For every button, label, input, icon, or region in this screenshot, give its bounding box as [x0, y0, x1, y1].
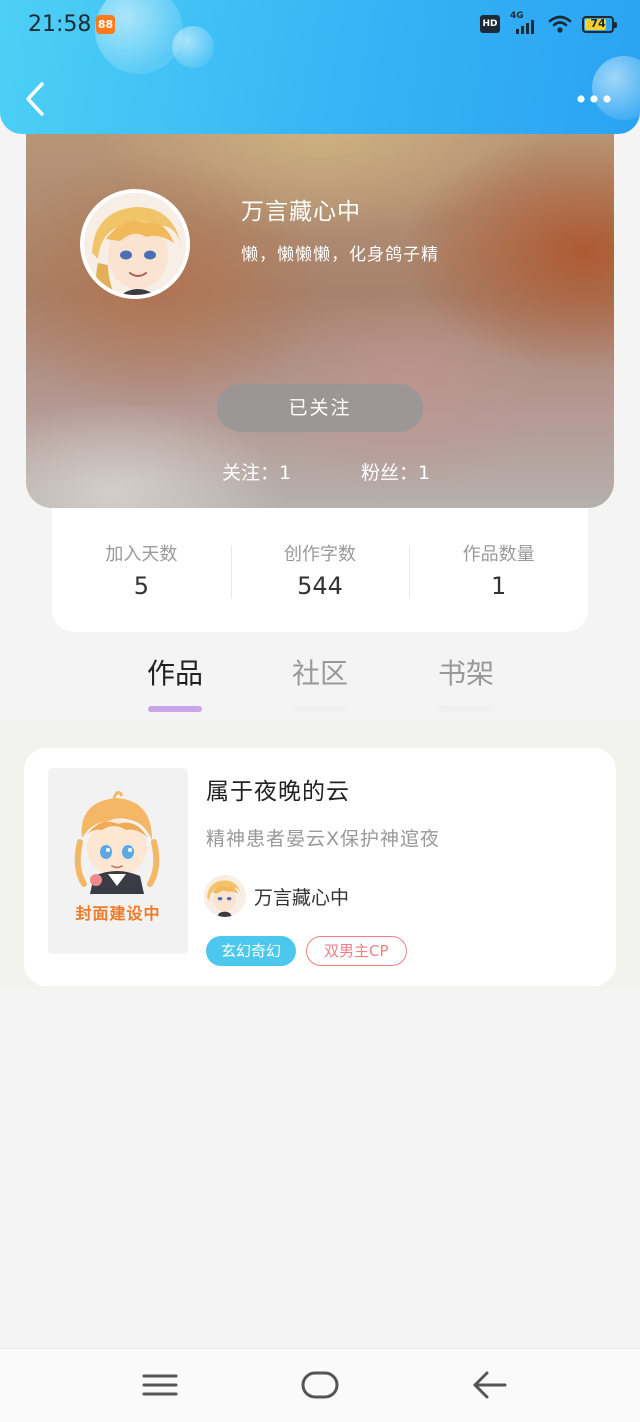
battery-level: 74: [590, 16, 606, 30]
work-description: 精神患者晏云X保护神逭夜: [206, 828, 441, 850]
tab-bookshelf[interactable]: 书架: [421, 652, 511, 712]
chevron-left-icon[interactable]: [18, 80, 52, 118]
system-nav-bar: [0, 1348, 640, 1422]
content-tabs: 作品 社区 书架: [0, 640, 640, 720]
stat-word-count: 创作字数 544: [230, 540, 410, 600]
profile-banner: 万言藏心中 懒，懒懒懒，化身鸽子精 已关注 关注：1 粉丝：1: [26, 120, 614, 508]
tab-label: 作品: [146, 657, 203, 690]
stat-label: 创作字数: [284, 544, 356, 565]
stat-join-days: 加入天数 5: [52, 540, 231, 600]
menu-icon[interactable]: [140, 1367, 180, 1403]
hd-icon: HD: [480, 15, 500, 33]
work-tags: 玄幻奇幻 双男主CP: [206, 936, 407, 966]
work-title[interactable]: 属于夜晚的云: [206, 772, 350, 806]
stat-label: 作品数量: [462, 544, 535, 565]
stat-label: 加入天数: [105, 544, 178, 565]
status-time: 21:58: [28, 12, 92, 37]
tab-works[interactable]: 作品: [130, 652, 220, 712]
tab-label: 书架: [437, 657, 494, 690]
follow-button[interactable]: 已关注: [217, 384, 423, 432]
follow-stats: 关注：1 粉丝：1: [26, 458, 614, 488]
work-card[interactable]: 封面建设中 属于夜晚的云 精神患者晏云X保护神逭夜 万言藏心中 玄幻奇幻 双男主…: [24, 748, 616, 986]
top-header: 21:58 88 HD 4G 74: [0, 0, 640, 134]
avatar-image: [84, 193, 186, 295]
status-bar: 21:58 88 HD 4G 74: [0, 0, 640, 52]
following-count[interactable]: 关注：1: [222, 458, 291, 485]
battery-icon: 74: [582, 15, 617, 33]
more-dots-icon[interactable]: [572, 86, 616, 112]
book-cover[interactable]: 封面建设中: [48, 768, 188, 954]
work-author[interactable]: 万言藏心中: [204, 874, 349, 918]
stat-works-count: 作品数量 1: [409, 540, 588, 600]
stats-card: 加入天数 5 创作字数 544 作品数量 1: [52, 508, 588, 632]
back-arrow-icon[interactable]: [470, 1367, 510, 1403]
tab-community[interactable]: 社区: [275, 652, 365, 712]
tab-label: 社区: [291, 657, 348, 690]
author-name: 万言藏心中: [254, 886, 350, 909]
tab-indicator: [148, 706, 202, 712]
status-icons: HD 4G 74: [480, 11, 617, 34]
avatar: [204, 875, 246, 917]
profile-username: 万言藏心中: [241, 199, 361, 225]
stat-value: 1: [491, 572, 507, 600]
genre-tag[interactable]: 玄幻奇幻: [206, 936, 297, 966]
wifi-icon: [548, 15, 572, 33]
stat-value: 5: [133, 572, 149, 600]
tab-indicator: [439, 706, 493, 712]
category-tag[interactable]: 双男主CP: [306, 936, 407, 966]
cover-label: 封面建设中: [75, 904, 161, 923]
tab-indicator: [293, 706, 347, 712]
app-notification-icon: 88: [96, 15, 115, 34]
stat-value: 544: [297, 572, 343, 600]
cover-placeholder-image: [74, 791, 160, 894]
author-avatar-image: [204, 875, 246, 917]
signal-icon: 4G: [510, 11, 538, 34]
profile-bio: 懒，懒懒懒，化身鸽子精: [241, 245, 439, 265]
avatar[interactable]: [80, 189, 190, 299]
home-icon[interactable]: [300, 1367, 340, 1403]
followers-count[interactable]: 粉丝：1: [361, 458, 430, 485]
